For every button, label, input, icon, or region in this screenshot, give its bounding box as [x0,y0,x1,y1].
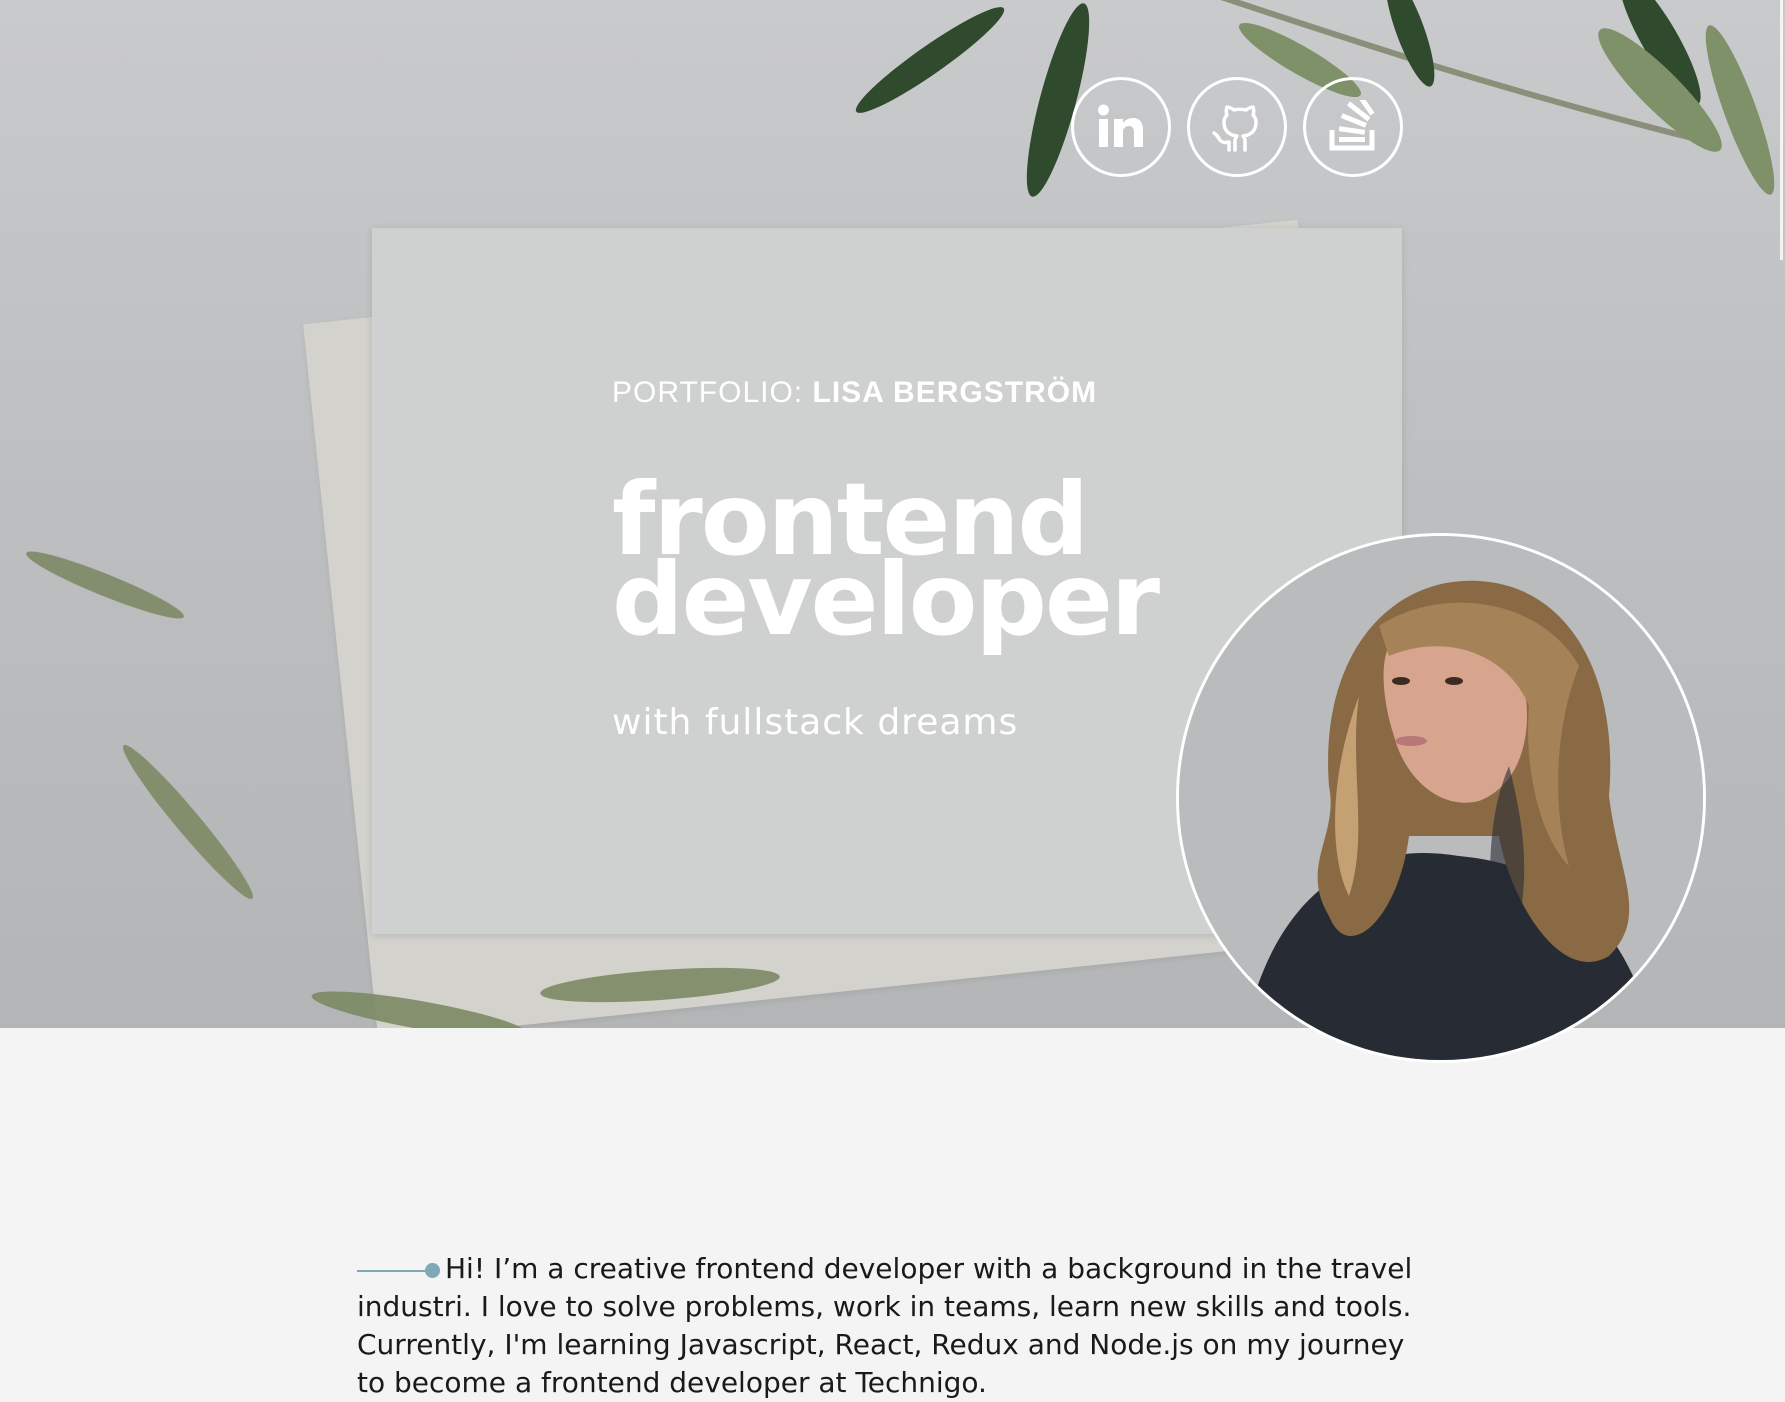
tagline: with fullstack dreams [612,702,1019,743]
intro-accent-marker [357,1260,440,1280]
linkedin-button[interactable] [1071,77,1171,177]
stackoverflow-icon [1329,100,1375,151]
github-button[interactable] [1187,77,1287,177]
social-links [1071,77,1403,177]
headline-line-2: developer [612,541,1160,658]
stackoverflow-button[interactable] [1303,77,1403,177]
portfolio-prefix: PORTFOLIO: [612,376,804,409]
linkedin-icon [1098,104,1143,147]
avatar [1176,533,1706,1063]
hero-text: PORTFOLIO: LISA BERGSTRÖM frontend devel… [612,376,1160,743]
scrollbar-thumb[interactable] [1780,0,1783,260]
intro-paragraph: Hi! I’m a creative frontend developer wi… [357,1252,1413,1399]
portfolio-heading: PORTFOLIO: LISA BERGSTRÖM [612,376,1158,410]
intro-text: Hi! I’m a creative frontend developer wi… [357,1250,1417,1402]
portfolio-name: LISA BERGSTRÖM [812,376,1098,409]
profile-photo [1179,536,1703,1060]
page-title: frontend developer [612,470,1160,650]
github-icon [1212,105,1258,152]
